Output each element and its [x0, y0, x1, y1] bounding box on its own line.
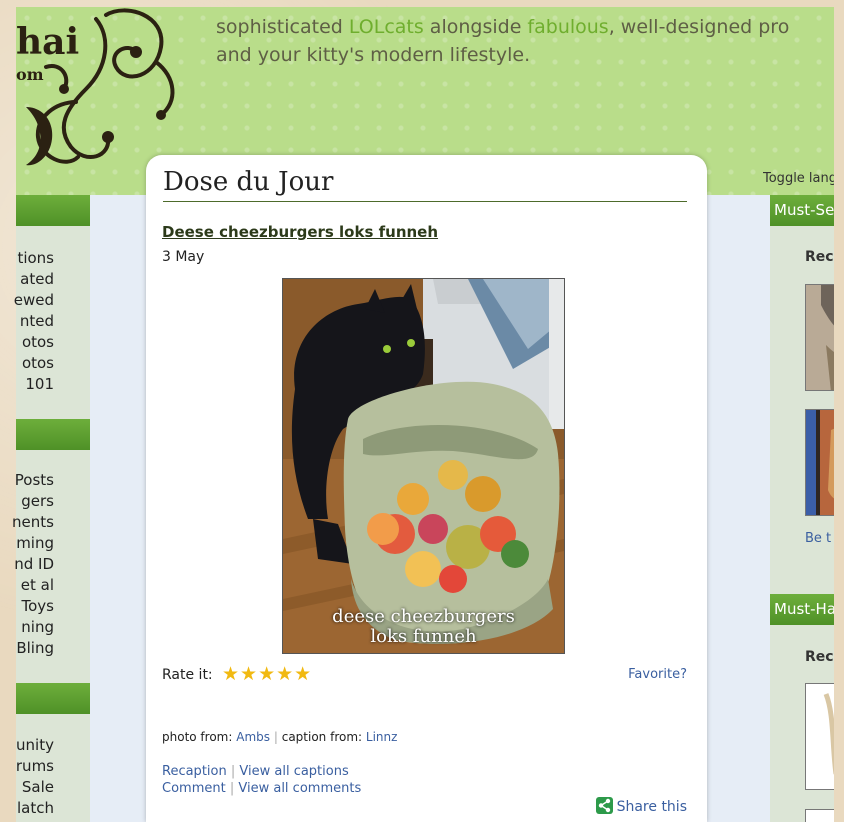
section-title: Dose du Jour [163, 167, 687, 202]
left-sidebar-header-2 [16, 419, 90, 450]
separator: | [230, 764, 236, 779]
caption-author-link[interactable]: Linnz [366, 730, 398, 744]
left-nav-item[interactable]: et al [16, 575, 54, 596]
left-nav-item[interactable]: unity [16, 735, 54, 756]
star-icon[interactable]: ★★★★★ [222, 663, 312, 685]
logo-subtext: om [16, 65, 44, 84]
left-nav-item[interactable]: ewed [14, 290, 54, 311]
left-nav-item[interactable]: ning [16, 617, 54, 638]
toggle-language-link[interactable]: Toggle lang [763, 171, 844, 186]
lolcat-photo[interactable]: deese cheezburgers loks funneh [282, 278, 565, 654]
separator: | [229, 781, 235, 796]
left-nav-item[interactable]: ming [16, 533, 54, 554]
left-nav-item[interactable]: Toys [16, 596, 54, 617]
left-nav-item[interactable]: Posts [15, 470, 54, 491]
left-nav-group-1: tions ated ewed nted otos otos 101 [14, 248, 54, 395]
view-all-comments-link[interactable]: View all comments [238, 781, 361, 796]
left-sidebar-header-1 [16, 195, 90, 226]
left-nav-group-2: Posts gers nents ming nd ID et al Toys n… [12, 470, 54, 659]
page-background-edge [834, 0, 844, 822]
sidebar-thumbnail[interactable] [805, 809, 834, 822]
be-the-first-link[interactable]: Be t [805, 531, 831, 546]
favorite-link[interactable]: Favorite? [628, 667, 687, 682]
recent-label: Rec [805, 649, 834, 665]
photo-from-label: photo from: [162, 730, 233, 744]
photo-caption-line-1: deese cheezburgers [332, 606, 515, 627]
site-tagline: sophisticated LOLcats alongside fabulous… [216, 13, 834, 69]
left-nav-item[interactable]: Bling [16, 638, 54, 659]
caption-from-label: caption from: [281, 730, 363, 744]
tagline-line-2: and your kitty's modern lifestyle. [216, 44, 531, 66]
rate-label: Rate it: [162, 667, 213, 683]
sidebar-thumbnail[interactable] [805, 409, 834, 516]
left-nav-item[interactable]: otos [16, 353, 54, 374]
comment-link[interactable]: Comment [162, 781, 226, 796]
tagline-text: alongside [423, 16, 528, 38]
post-date: 3 May [162, 249, 205, 265]
must-have-header: Must-Ha [770, 594, 834, 625]
photo-credit: photo from: Ambs | caption from: Linnz [162, 730, 397, 744]
share-label: Share this [616, 799, 687, 815]
left-nav-item[interactable]: ated [16, 269, 54, 290]
share-button[interactable]: Share this [595, 797, 687, 815]
left-nav-item[interactable]: gers [16, 491, 54, 512]
sidebar-thumbnail[interactable] [805, 683, 834, 790]
left-nav-item[interactable]: nted [16, 311, 54, 332]
photo-caption: deese cheezburgers loks funneh [283, 607, 564, 647]
logo-text: hai [16, 21, 80, 63]
left-nav-item[interactable]: Sale [16, 777, 54, 798]
left-nav-group-3: unity rums Sale latch [16, 735, 54, 819]
left-nav-item[interactable]: tions [16, 248, 54, 269]
tagline-text: , well-designed pro [608, 16, 790, 38]
post-title-link[interactable]: Deese cheezburgers loks funneh [162, 223, 438, 241]
view-all-captions-link[interactable]: View all captions [239, 764, 348, 779]
must-see-header: Must-Se [770, 195, 834, 226]
post-actions: Recaption | View all captions Comment | … [162, 763, 361, 797]
tagline-text: sophisticated [216, 16, 349, 38]
share-icon [595, 797, 613, 814]
left-sidebar-header-3 [16, 683, 90, 714]
photo-author-link[interactable]: Ambs [236, 730, 270, 744]
left-nav-item[interactable]: 101 [16, 374, 54, 395]
right-sidebar: Must-Se Rec Be t Must-Ha Rec [770, 195, 834, 822]
left-nav-item[interactable]: nents [12, 512, 54, 533]
recaption-link[interactable]: Recaption [162, 764, 227, 779]
tagline-lolcats-link[interactable]: LOLcats [349, 16, 424, 38]
cat-photo-image [283, 279, 564, 653]
star-rating[interactable]: ★★★★★ [222, 663, 312, 685]
sidebar-thumbnail[interactable] [805, 284, 834, 391]
photo-caption-line-2: loks funneh [370, 626, 477, 647]
left-nav-item[interactable]: otos [16, 332, 54, 353]
left-sidebar: tions ated ewed nted otos otos 101 Posts… [12, 195, 90, 822]
recent-label: Rec [805, 249, 834, 265]
left-nav-item[interactable]: rums [16, 756, 54, 777]
tagline-fabulous-link[interactable]: fabulous [527, 16, 608, 38]
left-nav-item[interactable]: nd ID [14, 554, 54, 575]
separator: | [273, 730, 278, 744]
left-nav-item[interactable]: latch [16, 798, 54, 819]
dose-du-jour-card: Dose du Jour Deese cheezburgers loks fun… [146, 155, 707, 822]
